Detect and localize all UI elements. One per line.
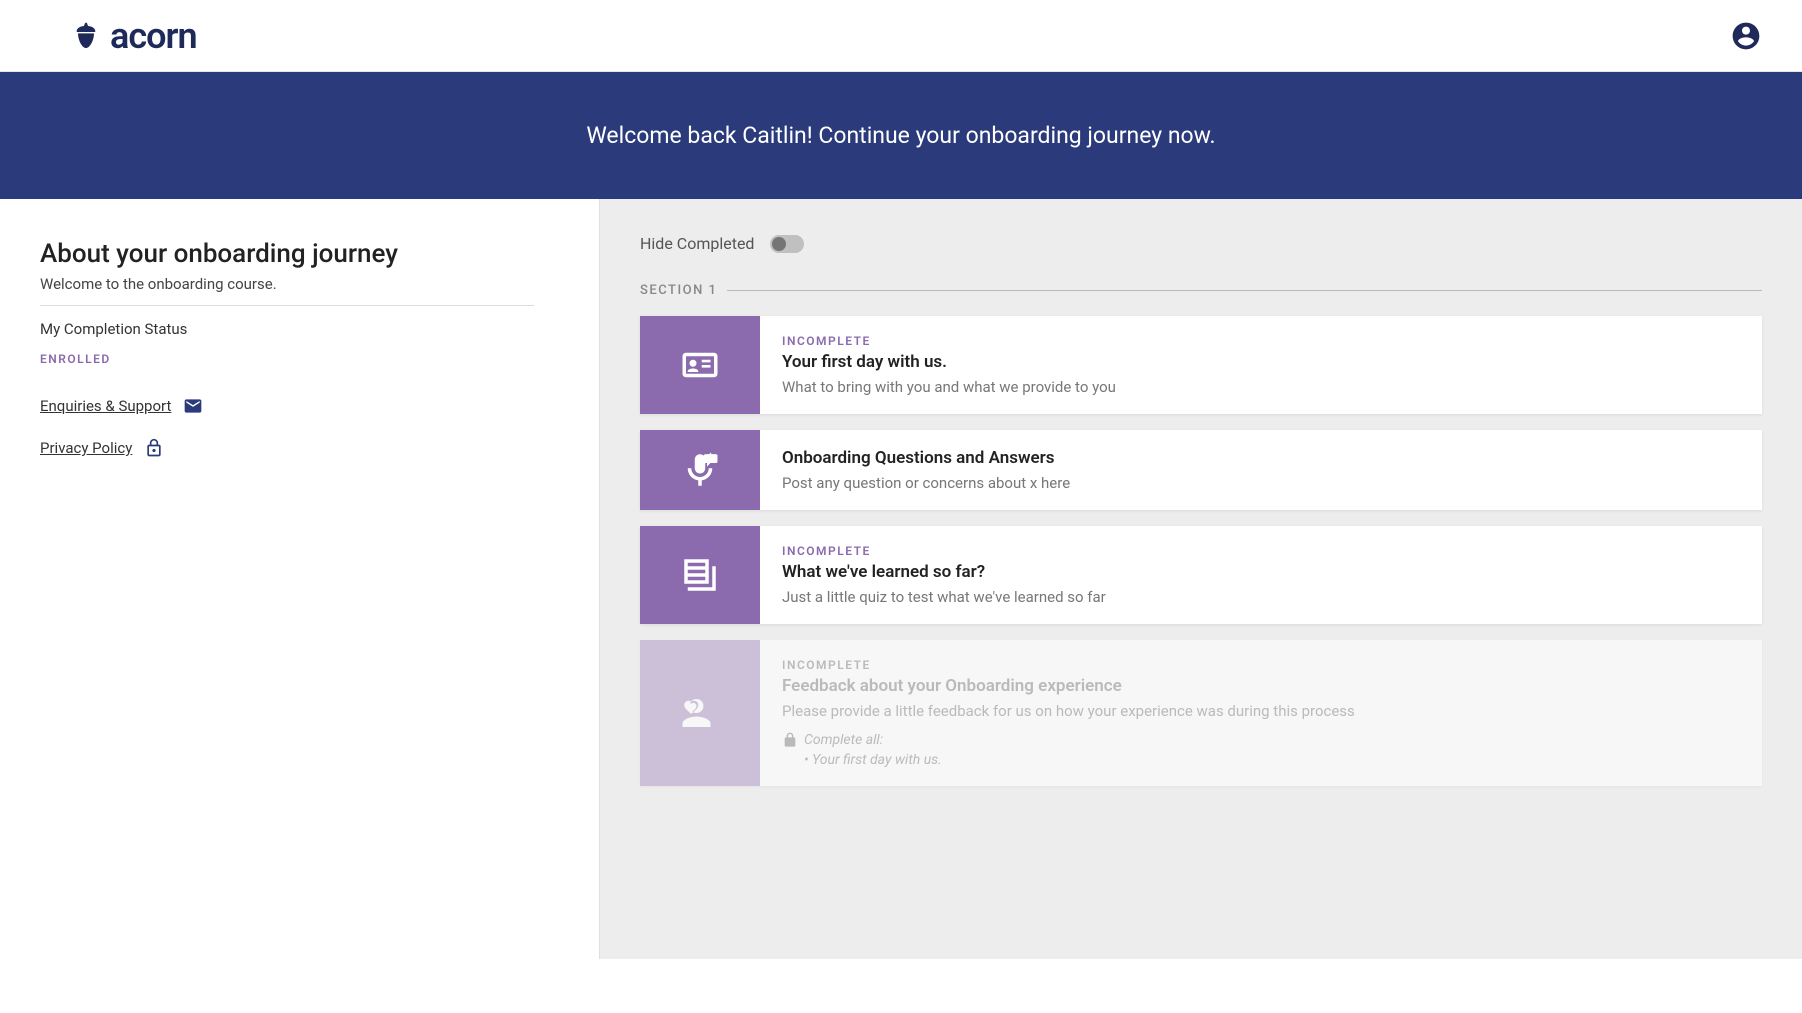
card-title: Onboarding Questions and Answers xyxy=(782,448,1740,468)
banner-text: Welcome back Caitlin! Continue your onbo… xyxy=(586,122,1215,149)
card-description: What to bring with you and what we provi… xyxy=(782,378,1740,396)
toggle-knob xyxy=(772,237,786,251)
hide-completed-row: Hide Completed xyxy=(640,234,1762,253)
quiz-papers-icon xyxy=(679,554,721,596)
card-body: Onboarding Questions and Answers Post an… xyxy=(760,430,1762,510)
section-label: SECTION 1 xyxy=(640,283,717,298)
section-divider xyxy=(727,290,1762,291)
enquiries-support-link[interactable]: Enquiries & Support xyxy=(40,397,171,415)
lock-requirement-label: Complete all: xyxy=(804,732,883,748)
hide-completed-label: Hide Completed xyxy=(640,234,754,253)
enquiries-support-link-row: Enquiries & Support xyxy=(40,396,534,416)
card-title: What we've learned so far? xyxy=(782,562,1740,582)
user-profile-icon[interactable] xyxy=(1730,20,1762,52)
card-icon-badge xyxy=(640,526,760,624)
course-card-qa[interactable]: Onboarding Questions and Answers Post an… xyxy=(640,430,1762,510)
card-title: Feedback about your Onboarding experienc… xyxy=(782,676,1740,696)
completion-status-label: My Completion Status xyxy=(40,320,534,338)
mail-icon xyxy=(183,396,203,416)
card-body: INCOMPLETE Your first day with us. What … xyxy=(760,316,1762,414)
privacy-policy-link-row: Privacy Policy xyxy=(40,438,534,458)
app-header: acorn xyxy=(0,0,1802,72)
course-card-quiz[interactable]: INCOMPLETE What we've learned so far? Ju… xyxy=(640,526,1762,624)
id-card-icon xyxy=(679,344,721,386)
lock-icon xyxy=(782,732,798,748)
main-content: Hide Completed SECTION 1 INCOMPLETE Your… xyxy=(600,199,1802,959)
course-card-first-day[interactable]: INCOMPLETE Your first day with us. What … xyxy=(640,316,1762,414)
sidebar: About your onboarding journey Welcome to… xyxy=(0,199,600,959)
card-description: Just a little quiz to test what we've le… xyxy=(782,588,1740,606)
card-icon-badge xyxy=(640,316,760,414)
course-card-feedback-locked: INCOMPLETE Feedback about your Onboardin… xyxy=(640,640,1762,786)
lock-requirement-item: • Your first day with us. xyxy=(804,752,1740,768)
card-status: INCOMPLETE xyxy=(782,544,1740,558)
card-title: Your first day with us. xyxy=(782,352,1740,372)
brand-logo[interactable]: acorn xyxy=(70,15,197,57)
brand-name: acorn xyxy=(110,15,197,57)
welcome-banner: Welcome back Caitlin! Continue your onbo… xyxy=(0,72,1802,199)
card-status: INCOMPLETE xyxy=(782,658,1740,672)
card-body: INCOMPLETE Feedback about your Onboardin… xyxy=(760,640,1762,786)
card-description: Post any question or concerns about x he… xyxy=(782,474,1740,492)
sidebar-title: About your onboarding journey xyxy=(40,239,534,269)
acorn-icon xyxy=(70,20,102,52)
card-icon-badge xyxy=(640,430,760,510)
lock-icon xyxy=(144,438,164,458)
enrollment-status: ENROLLED xyxy=(40,352,534,366)
card-icon-badge xyxy=(640,640,760,786)
feedback-heart-person-icon xyxy=(679,692,721,734)
card-description: Please provide a little feedback for us … xyxy=(782,702,1740,720)
lock-requirement-row: Complete all: xyxy=(782,732,1740,748)
content-area: About your onboarding journey Welcome to… xyxy=(0,199,1802,959)
privacy-policy-link[interactable]: Privacy Policy xyxy=(40,439,132,457)
mic-chat-icon xyxy=(679,449,721,491)
card-status: INCOMPLETE xyxy=(782,334,1740,348)
card-body: INCOMPLETE What we've learned so far? Ju… xyxy=(760,526,1762,624)
hide-completed-toggle[interactable] xyxy=(770,235,804,253)
section-header: SECTION 1 xyxy=(640,283,1762,298)
sidebar-subtitle: Welcome to the onboarding course. xyxy=(40,275,534,306)
